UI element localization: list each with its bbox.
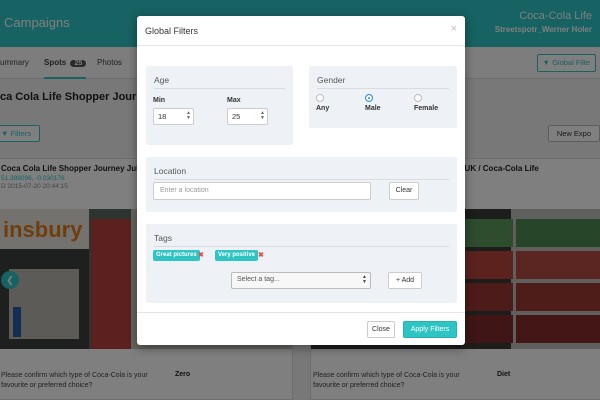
location-input[interactable]: Enter a location	[153, 182, 371, 200]
select-arrows-icon: ▲ ▼	[362, 274, 367, 285]
tags-title: Tags	[154, 233, 172, 243]
location-title: Location	[154, 166, 187, 176]
divider	[317, 88, 449, 89]
close-button[interactable]: Close	[367, 321, 395, 338]
tags-panel: Tags Great pictures ✖ Very positive ✖ Se…	[146, 224, 457, 303]
apply-filters-button[interactable]: Apply Filters	[403, 321, 457, 338]
age-title: Age	[154, 75, 170, 85]
age-min-label: Min	[153, 97, 166, 104]
gender-male-label[interactable]: Male	[365, 105, 381, 112]
age-panel: Age Min 18 ▲ ▼ Max 25 ▲ ▼	[146, 66, 293, 145]
remove-tag-icon[interactable]: ✖	[198, 251, 204, 259]
close-icon[interactable]: ×	[451, 23, 457, 35]
location-panel: Location Enter a location Clear	[146, 157, 457, 212]
add-tag-button[interactable]: + Add	[388, 272, 422, 289]
gender-female-radio[interactable]	[414, 94, 422, 102]
spinner-icon[interactable]: ▲ ▼	[260, 111, 265, 121]
divider	[154, 88, 285, 89]
age-max-label: Max	[227, 97, 241, 104]
gender-panel: Gender Any Male Female	[309, 66, 457, 128]
gender-female-label[interactable]: Female	[414, 105, 438, 112]
age-min-value: 18	[158, 112, 167, 121]
remove-tag-icon[interactable]: ✖	[258, 251, 264, 259]
tag-select[interactable]: Select a tag... ▲ ▼	[231, 272, 371, 289]
tag-select-value: Select a tag...	[237, 276, 280, 283]
dialog-header: Global Filters ×	[137, 16, 465, 46]
global-filters-dialog: Global Filters × Age Min 18 ▲ ▼ Max 25 ▲ ▼…	[137, 16, 465, 345]
age-min-input[interactable]: 18 ▲ ▼	[153, 108, 194, 125]
divider	[154, 246, 449, 247]
age-max-input[interactable]: 25 ▲ ▼	[227, 108, 268, 125]
tag-chip: Great pictures	[153, 250, 200, 261]
dialog-footer: Close Apply Filters	[137, 312, 465, 345]
gender-any-radio[interactable]	[316, 94, 324, 102]
clear-location-button[interactable]: Clear	[389, 182, 419, 200]
spinner-icon[interactable]: ▲ ▼	[186, 111, 191, 121]
divider	[154, 179, 449, 180]
dialog-title: Global Filters	[145, 26, 199, 36]
gender-any-label[interactable]: Any	[316, 105, 329, 112]
tag-chip: Very positive	[215, 250, 259, 261]
gender-male-radio[interactable]	[365, 94, 373, 102]
age-max-value: 25	[232, 112, 241, 121]
gender-title: Gender	[317, 75, 346, 85]
